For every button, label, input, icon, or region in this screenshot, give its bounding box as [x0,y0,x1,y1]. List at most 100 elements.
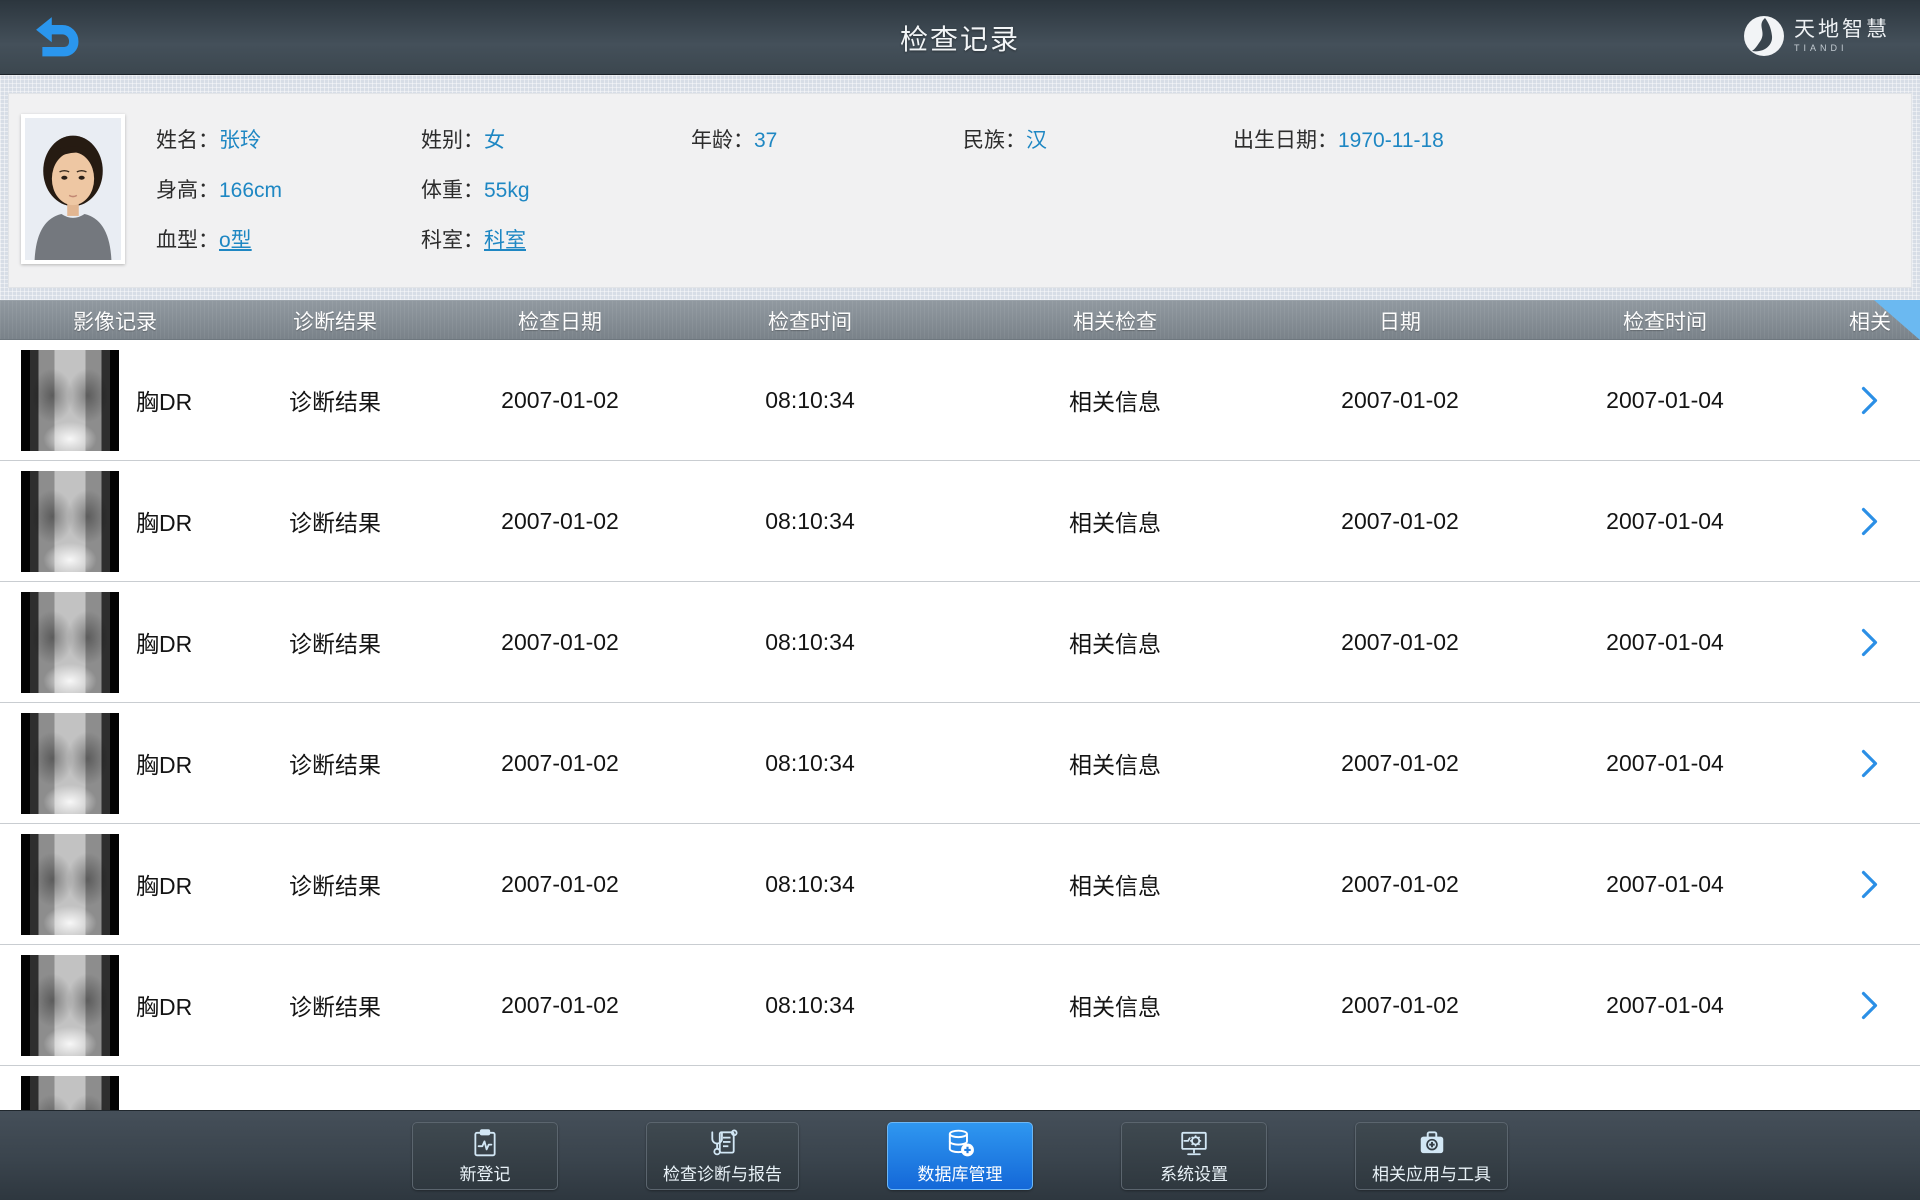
table-row[interactable]: 胸DR诊断结果2007-01-0208:10:34相关信息2007-01-022… [0,461,1920,582]
toolbar-button-label: 数据库管理 [918,1160,1003,1185]
row-detail-cell[interactable] [1820,824,1920,944]
xray-thumbnail[interactable] [21,350,119,451]
xray-thumbnail[interactable] [21,955,119,1056]
image-record-cell: 胸DR [0,945,230,1065]
patient-photo-image [25,118,121,260]
related-time-cell: 2007-01-04 [1510,461,1820,581]
image-record-cell: 胸DR [0,703,230,823]
database-plus-icon [945,1128,975,1158]
date-cell: 2007-01-02 [1290,582,1510,702]
related-time-cell: 2007-01-04 [1510,340,1820,460]
brand-subtitle: TIANDI [1794,44,1890,53]
column-header-6: 检查时间 [1510,301,1820,341]
row-detail-cell[interactable] [1820,582,1920,702]
exam-time-cell: 08:10:34 [680,1066,940,1110]
toolbar-button-2[interactable]: 数据库管理 [887,1122,1033,1190]
xray-thumbnail[interactable] [21,1076,119,1111]
monitor-gear-icon [1179,1128,1209,1158]
related-time-cell: 2007-01-04 [1510,945,1820,1065]
field-value-height: 166cm [219,179,282,202]
field-label-height: 身高： [156,179,219,202]
table-row[interactable]: 胸DR诊断结果2007-01-0208:10:34相关信息2007-01-022… [0,340,1920,461]
field-value-blood-type[interactable]: o型 [219,229,252,252]
row-detail-cell[interactable] [1820,945,1920,1065]
table-row[interactable]: 胸DR诊断结果2007-01-0208:10:34相关信息2007-01-022… [0,582,1920,703]
xray-thumbnail[interactable] [21,834,119,935]
exam-date-cell: 2007-01-02 [440,703,680,823]
date-cell: 2007-01-02 [1290,461,1510,581]
exam-date-cell: 2007-01-02 [440,945,680,1065]
exam-date-cell: 2007-01-02 [440,824,680,944]
date-cell: 2007-01-02 [1290,824,1510,944]
medical-case-icon [1417,1128,1447,1158]
clipboard-pulse-icon [470,1128,500,1158]
column-header-4: 相关检查 [940,301,1290,341]
bottom-toolbar: 新登记 检查诊断与报告数据库管理 系统设置 相关应用与工具 [0,1110,1920,1200]
table-row[interactable]: 胸DR诊断结果2007-01-0208:10:34相关信息2007-01-022… [0,703,1920,824]
top-header: 检查记录 天地智慧 TIANDI [0,0,1920,75]
date-cell: 2007-01-02 [1290,703,1510,823]
xray-thumbnail[interactable] [21,592,119,693]
image-record-cell: 胸DR [0,1066,230,1110]
toolbar-button-3[interactable]: 系统设置 [1121,1122,1267,1190]
xray-thumbnail[interactable] [21,713,119,814]
brand-logo-icon [1743,15,1785,57]
chevron-right-icon[interactable] [1861,507,1879,536]
row-detail-cell[interactable] [1820,340,1920,460]
exam-type-label: 胸DR [136,625,192,659]
image-record-cell: 胸DR [0,461,230,581]
chevron-right-icon[interactable] [1861,386,1879,415]
patient-field-age: 年龄：37 [691,124,963,154]
related-time-cell: 2007-01-04 [1510,824,1820,944]
toolbar-button-4[interactable]: 相关应用与工具 [1355,1122,1508,1190]
table-row[interactable]: 胸DR诊断结果2007-01-0208:10:34相关信息2007-01-022… [0,945,1920,1066]
table-header: 影像记录诊断结果检查日期检查时间相关检查日期检查时间相关 [0,300,1920,340]
table-body: 胸DR诊断结果2007-01-0208:10:34相关信息2007-01-022… [0,340,1920,1110]
row-detail-cell[interactable] [1820,1066,1920,1110]
field-value-department[interactable]: 科室 [484,229,526,252]
field-label-birth-date: 出生日期： [1233,129,1338,152]
patient-fields: 姓名：张玲姓别：女年龄：37民族：汉出生日期：1970-11-18身高：166c… [156,114,1901,264]
exam-date-cell: 2007-01-02 [440,582,680,702]
table-row[interactable]: 胸DR诊断结果2007-01-0208:10:34相关信息2007-01-022… [0,1066,1920,1110]
patient-info-panel: 姓名：张玲姓别：女年龄：37民族：汉出生日期：1970-11-18身高：166c… [8,93,1912,288]
date-cell: 2007-01-02 [1290,1066,1510,1110]
patient-photo [21,114,125,264]
row-detail-cell[interactable] [1820,703,1920,823]
toolbar-button-label: 新登记 [460,1160,511,1185]
brand-name: 天地智慧 [1794,19,1890,40]
toolbar-button-1[interactable]: 检查诊断与报告 [646,1122,799,1190]
diagnosis-cell: 诊断结果 [230,703,440,823]
toolbar-button-0[interactable]: 新登记 [412,1122,558,1190]
related-time-cell: 2007-01-04 [1510,582,1820,702]
column-header-5: 日期 [1290,301,1510,341]
patient-field-department: 科室：科室 [421,224,691,254]
toolbar-button-label: 系统设置 [1160,1160,1228,1185]
chevron-right-icon[interactable] [1861,749,1879,778]
exam-time-cell: 08:10:34 [680,461,940,581]
field-value-age: 37 [754,129,777,152]
field-label-department: 科室： [421,229,484,252]
exam-date-cell: 2007-01-02 [440,1066,680,1110]
toolbar-button-label: 相关应用与工具 [1372,1160,1491,1185]
related-cell: 相关信息 [940,582,1290,702]
chevron-right-icon[interactable] [1861,870,1879,899]
exam-time-cell: 08:10:34 [680,582,940,702]
diagnosis-cell: 诊断结果 [230,1066,440,1110]
field-label-age: 年龄： [691,129,754,152]
xray-thumbnail[interactable] [21,471,119,572]
column-header-1: 诊断结果 [230,301,440,341]
field-label-weight: 体重： [421,179,484,202]
exam-type-label: 胸DR [136,504,192,538]
chevron-right-icon[interactable] [1861,628,1879,657]
image-record-cell: 胸DR [0,340,230,460]
diagnosis-cell: 诊断结果 [230,945,440,1065]
related-cell: 相关信息 [940,824,1290,944]
date-cell: 2007-01-02 [1290,340,1510,460]
exam-date-cell: 2007-01-02 [440,461,680,581]
table-row[interactable]: 胸DR诊断结果2007-01-0208:10:34相关信息2007-01-022… [0,824,1920,945]
related-cell: 相关信息 [940,461,1290,581]
chevron-right-icon[interactable] [1861,991,1879,1020]
field-label-blood-type: 血型： [156,229,219,252]
row-detail-cell[interactable] [1820,461,1920,581]
